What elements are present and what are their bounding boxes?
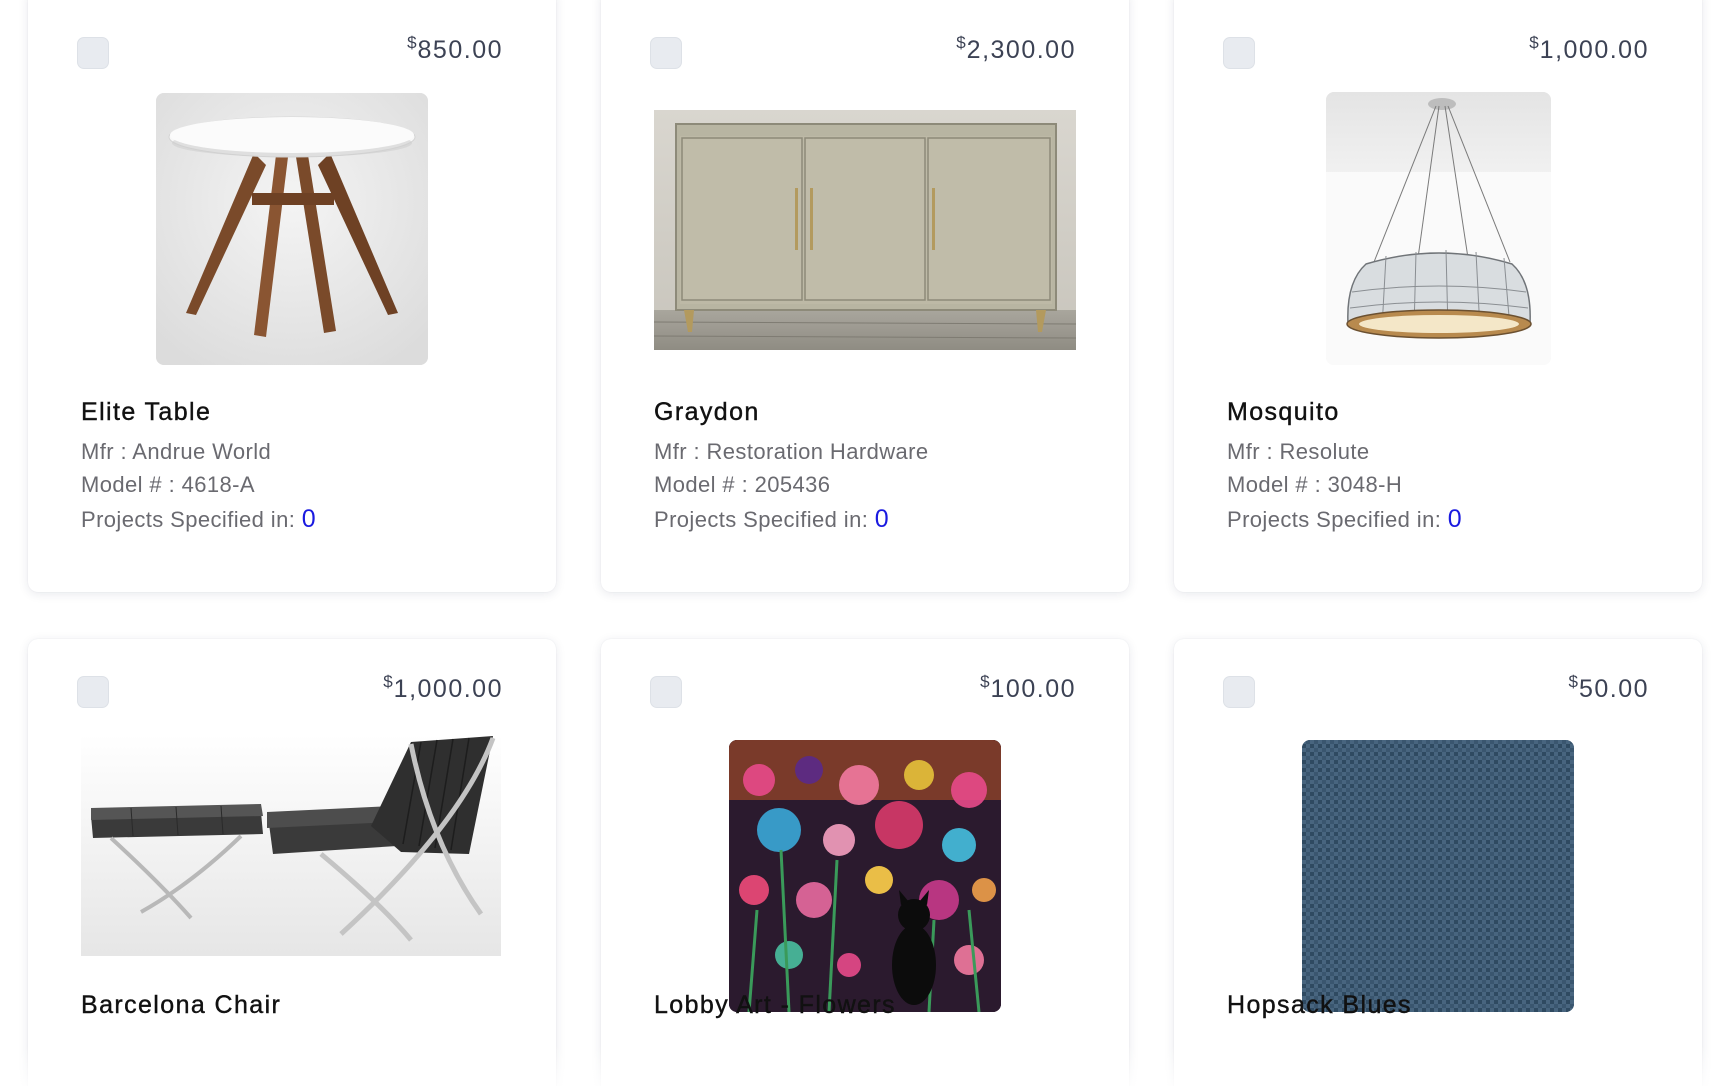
product-name[interactable]: Barcelona Chair xyxy=(81,991,281,1020)
product-card[interactable]: $50.00 Hopsack Blues xyxy=(1174,639,1702,1086)
barcelona-chair-image xyxy=(81,734,501,956)
model-number-text: Model # : 205436 xyxy=(654,472,831,497)
projects-count-link[interactable]: 0 xyxy=(875,505,889,533)
pendant-lamp-image xyxy=(1326,92,1551,365)
model-number-text: Model # : 3048-H xyxy=(1227,472,1403,497)
sideboard-image xyxy=(654,110,1076,350)
product-grid: $850.00 Elite Table Mfr: Andrue World M… xyxy=(0,0,1718,1086)
product-price: $100.00 xyxy=(980,672,1076,703)
product-name[interactable]: Elite Table xyxy=(81,398,211,427)
product-card[interactable]: $100.00 Lobby Art - Flowers xyxy=(601,639,1129,1086)
product-card[interactable]: $850.00 Elite Table Mfr: Andrue World M… xyxy=(28,0,556,592)
select-checkbox[interactable] xyxy=(1223,37,1255,69)
product-name[interactable]: Lobby Art - Flowers xyxy=(654,991,896,1020)
product-price: $1,000.00 xyxy=(383,672,503,703)
product-card[interactable]: $1,000.00 xyxy=(1174,0,1702,592)
product-name[interactable]: Graydon xyxy=(654,398,760,427)
product-image xyxy=(729,740,1001,1012)
projects-specified: Projects Specified in: 0 xyxy=(81,505,317,533)
select-checkbox[interactable] xyxy=(77,676,109,708)
manufacturer-text: Mfr : Andrue World xyxy=(81,439,272,464)
fabric-swatch-image xyxy=(1302,740,1574,1012)
projects-specified: Projects Specified in: 0 xyxy=(1227,505,1463,533)
product-image xyxy=(156,93,428,365)
manufacturer-text: Mfr : Resolute xyxy=(1227,439,1370,464)
projects-count-link[interactable]: 0 xyxy=(1448,505,1462,533)
product-card[interactable]: $2,300.00 Graydon Mfr: Restoration Hard… xyxy=(601,0,1129,592)
manufacturer-text: Mfr : Restoration Hardware xyxy=(654,439,929,464)
select-checkbox[interactable] xyxy=(77,37,109,69)
projects-specified: Projects Specified in: 0 xyxy=(654,505,890,533)
product-name[interactable]: Mosquito xyxy=(1227,398,1340,427)
select-checkbox[interactable] xyxy=(1223,676,1255,708)
product-price: $1,000.00 xyxy=(1529,33,1649,64)
product-card[interactable]: $1,000.00 xyxy=(28,639,556,1086)
product-image xyxy=(1326,92,1551,365)
projects-count-link[interactable]: 0 xyxy=(302,505,316,533)
product-image xyxy=(81,734,501,956)
select-checkbox[interactable] xyxy=(650,676,682,708)
model-number-text: Model # : 4618-A xyxy=(81,472,255,497)
product-image xyxy=(654,110,1076,350)
product-price: $50.00 xyxy=(1568,672,1649,703)
floral-painting-image xyxy=(729,740,1001,1012)
round-table-image xyxy=(156,93,428,365)
product-price: $2,300.00 xyxy=(956,33,1076,64)
product-name[interactable]: Hopsack Blues xyxy=(1227,991,1412,1020)
product-price: $850.00 xyxy=(407,33,503,64)
select-checkbox[interactable] xyxy=(650,37,682,69)
product-image xyxy=(1302,740,1574,1012)
